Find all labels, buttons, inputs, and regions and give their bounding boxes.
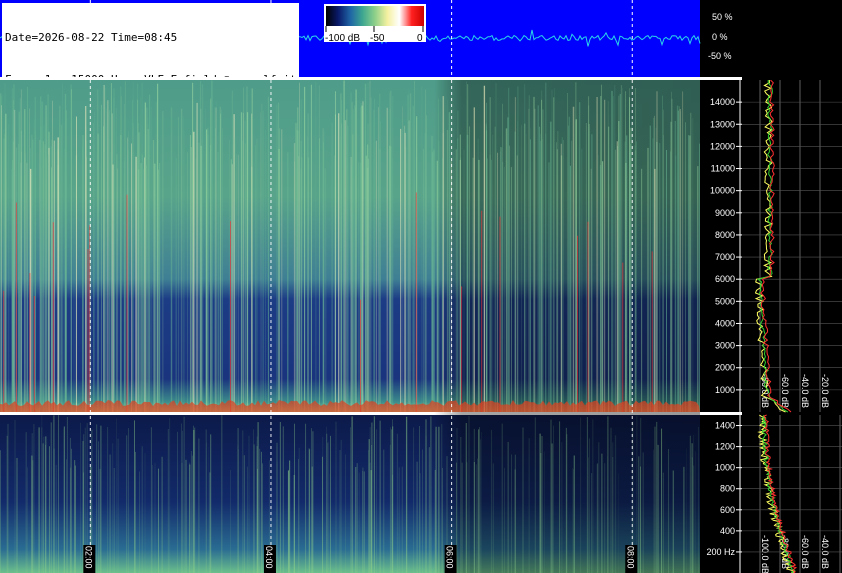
frequency-tick-label: 1000 (715, 385, 735, 395)
color-scale-label-mid: -50 (370, 33, 385, 42)
frequency-tick-label: 4000 (715, 318, 735, 328)
spectrum-db-label: -40.0 dB (800, 374, 810, 408)
spectrum-db-label: -60.0 dB (780, 374, 790, 408)
frequency-tick-label: 9000 (715, 208, 735, 218)
frequency-tick-label: 2000 (715, 363, 735, 373)
time-label: 06:00 (444, 545, 457, 573)
spectrum-db-label: -20.0 dB (820, 374, 830, 408)
spectrum-panel-background (742, 80, 842, 412)
frequency-tick-label: 3000 (715, 341, 735, 351)
lower-frequency-axis: 200 Hz 400 600 800 1000 1200 1400 (700, 415, 742, 573)
time-label-text: 08:00 (625, 546, 635, 569)
spectrogram-area: 02:00 04:00 06:00 08:00 1000 2000 3000 4000 500… (0, 80, 842, 573)
time-label: 02:00 (83, 545, 96, 573)
frequency-tick-label: 7000 (715, 252, 735, 262)
frequency-tick-label: 10000 (710, 186, 735, 196)
spectrum-db-label-text: -20.0 dB (820, 374, 830, 408)
spectrum-db-label-text: -100.0 dB (760, 535, 770, 573)
frequency-tick-label: 6000 (715, 274, 735, 284)
frequency-tick-label: 1000 (715, 463, 735, 473)
frequency-tick-label: 1200 (715, 442, 735, 452)
frequency-tick-label: 12000 (710, 141, 735, 151)
color-scale-label-min: -100 dB (325, 33, 360, 42)
frequency-tick-label: 5000 (715, 296, 735, 306)
frequency-tick-label: 1400 (715, 421, 735, 431)
waveform-tick-label: 50 % (712, 12, 733, 22)
time-label-text: 06:00 (445, 546, 455, 569)
frequency-tick-label: 600 (720, 505, 735, 515)
frequency-tick-label: 11000 (711, 164, 735, 174)
color-scale-label-max: 0 (417, 33, 423, 42)
waveform-tick-label: -50 % (708, 51, 732, 61)
time-label: 08:00 (625, 545, 638, 573)
frequency-tick-label: 14000 (710, 97, 735, 107)
frequency-tick-label: 200 Hz (706, 547, 735, 557)
time-label-text: 02:00 (83, 546, 93, 569)
date-time-line: Date=2026-08-22 Time=08:45 (5, 31, 178, 44)
time-label: 04:00 (263, 545, 276, 573)
vlf-monitor-screen: 50 % 0 % -50 % Date=2026-08-22 Time=08:4… (0, 0, 842, 573)
frequency-tick-label: 800 (720, 484, 735, 494)
upper-frequency-axis: 1000 2000 3000 4000 5000 6000 7000 8000 9000 1000… (700, 80, 742, 412)
color-scale-gradient (326, 6, 424, 26)
color-scale-legend: -100 dB -50 0 (324, 4, 426, 42)
frequency-tick-label: 400 (720, 526, 735, 536)
waveform-tick-label: 0 % (712, 32, 728, 42)
time-label-text: 04:00 (264, 546, 274, 569)
frequency-tick-label: 8000 (715, 230, 735, 240)
frequency-tick-label: 13000 (710, 119, 735, 129)
lower-spectrum-profile: -100.0 dB -80.0 dB -60.0 dB -40.0 dB -20.0 d… (742, 414, 842, 573)
spectrum-db-label-text: -40.0 dB (800, 374, 810, 408)
spectrum-db-label-text: -60.0 dB (780, 374, 790, 408)
spectrum-db-label: -100.0 dB (760, 535, 770, 573)
upper-spectrum-profile: -80.0 dB -60.0 dB -40.0 dB -20.0 dB (742, 80, 842, 413)
